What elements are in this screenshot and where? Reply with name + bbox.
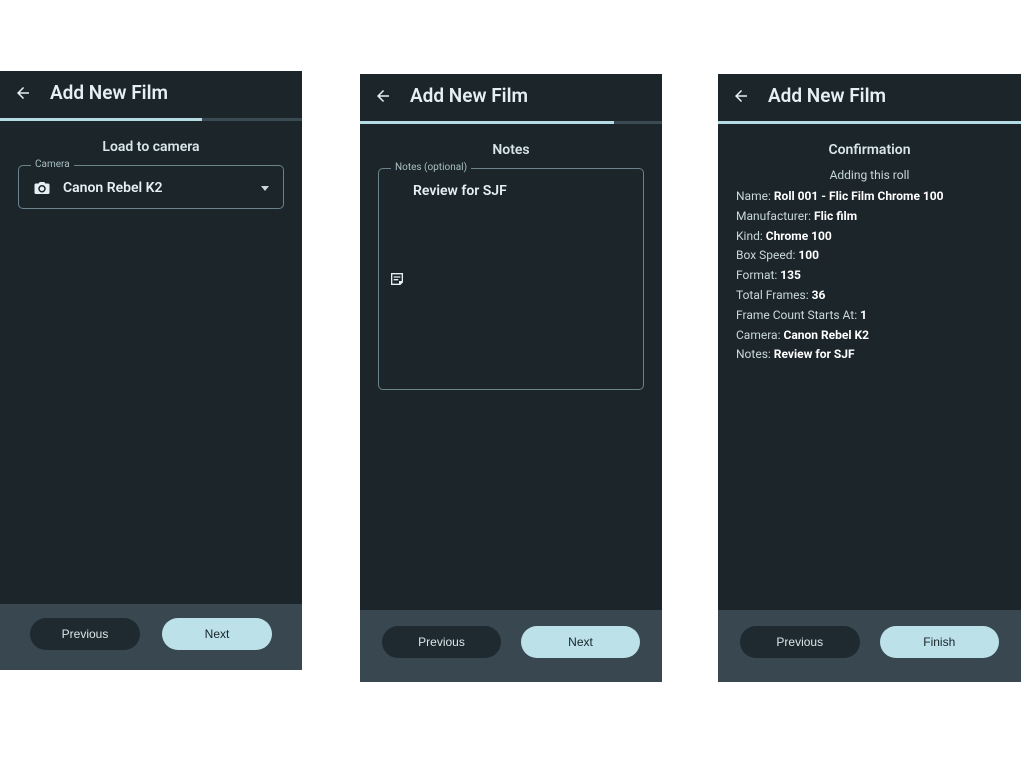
camera-select[interactable]: Camera Canon Rebel K2 <box>18 165 284 209</box>
header: Add New Film <box>0 71 302 118</box>
back-arrow-icon[interactable] <box>732 87 750 105</box>
confirmation-body: Adding this roll Name: Roll 001 - Flic F… <box>718 168 1021 366</box>
header: Add New Film <box>360 74 662 121</box>
progress-fill <box>718 121 1021 124</box>
screen-notes: Add New Film Notes Notes (optional) Revi… <box>360 74 662 682</box>
chevron-down-icon <box>261 186 269 191</box>
progress-bar <box>0 118 302 121</box>
camera-field-label: Camera <box>31 159 74 170</box>
previous-button[interactable]: Previous <box>30 618 140 650</box>
next-button[interactable]: Next <box>162 618 272 650</box>
note-icon <box>389 271 405 287</box>
camera-value: Canon Rebel K2 <box>63 180 249 196</box>
footer: Previous Finish <box>718 610 1021 682</box>
page-title: Add New Film <box>50 81 168 104</box>
confirm-camera: Camera: Canon Rebel K2 <box>736 327 1003 344</box>
progress-fill <box>0 118 202 121</box>
page-title: Add New Film <box>768 84 886 107</box>
next-button[interactable]: Next <box>521 626 640 658</box>
section-title: Load to camera <box>0 139 302 155</box>
header: Add New Film <box>718 74 1021 121</box>
footer: Previous Next <box>360 610 662 682</box>
confirm-totalframes: Total Frames: 36 <box>736 287 1003 304</box>
footer: Previous Next <box>0 604 302 670</box>
confirm-name: Name: Roll 001 - Flic Film Chrome 100 <box>736 188 1003 205</box>
confirm-notes: Notes: Review for SJF <box>736 346 1003 363</box>
progress-bar <box>360 121 662 124</box>
progress-fill <box>360 121 614 124</box>
previous-button[interactable]: Previous <box>740 626 860 658</box>
section-title: Notes <box>360 142 662 158</box>
finish-button[interactable]: Finish <box>880 626 1000 658</box>
page-title: Add New Film <box>410 84 528 107</box>
notes-textarea[interactable]: Notes (optional) Review for SJF <box>378 168 644 390</box>
confirmation-subtitle: Adding this roll <box>736 168 1003 182</box>
notes-value: Review for SJF <box>413 183 627 199</box>
confirm-format: Format: 135 <box>736 267 1003 284</box>
back-arrow-icon[interactable] <box>14 84 32 102</box>
confirm-framecount: Frame Count Starts At: 1 <box>736 307 1003 324</box>
section-title: Confirmation <box>718 142 1021 158</box>
progress-bar <box>718 121 1021 124</box>
back-arrow-icon[interactable] <box>374 87 392 105</box>
confirm-boxspeed: Box Speed: 100 <box>736 247 1003 264</box>
camera-icon <box>33 180 51 196</box>
screen-confirmation: Add New Film Confirmation Adding this ro… <box>718 74 1021 682</box>
confirm-kind: Kind: Chrome 100 <box>736 228 1003 245</box>
previous-button[interactable]: Previous <box>382 626 501 658</box>
screen-load-to-camera: Add New Film Load to camera Camera Canon… <box>0 71 302 670</box>
notes-field-label: Notes (optional) <box>391 162 471 173</box>
confirm-manufacturer: Manufacturer: Flic film <box>736 208 1003 225</box>
